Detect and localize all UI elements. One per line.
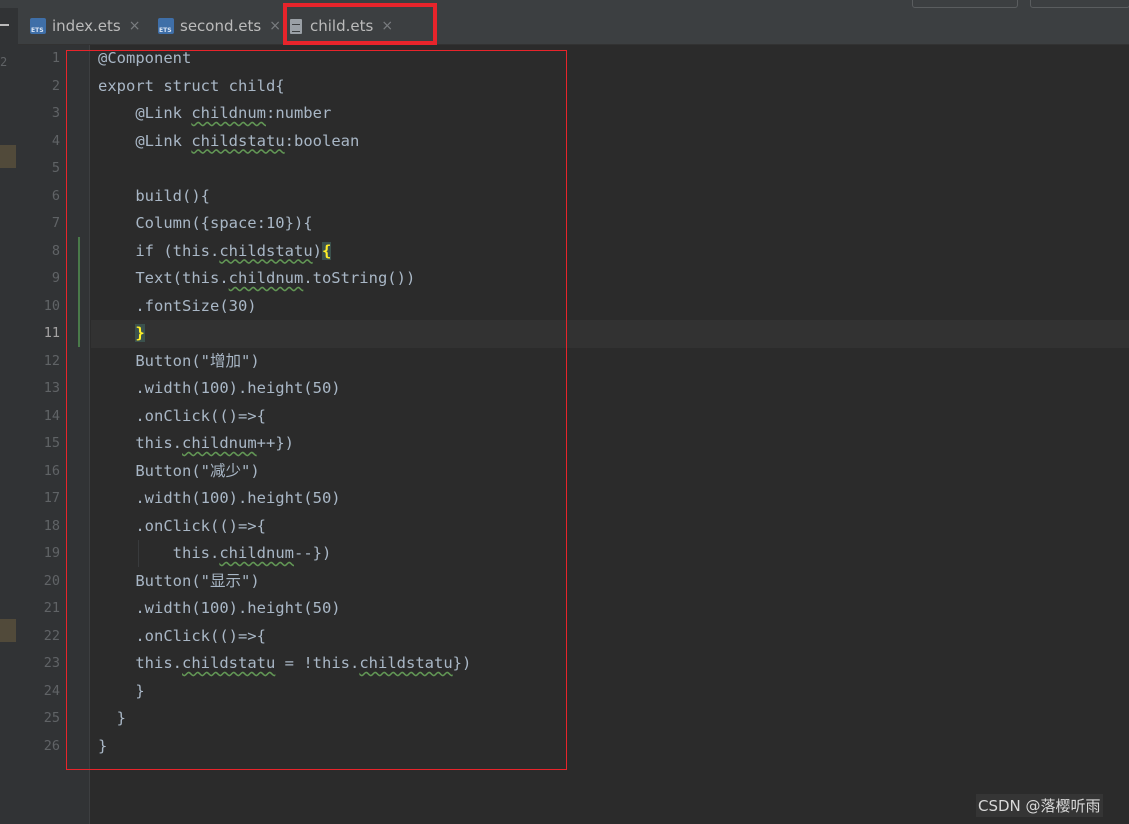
collapse-icon[interactable] (0, 24, 9, 26)
line-number: 12 (43, 352, 60, 369)
tab-second-ets[interactable]: second.ets × (158, 8, 281, 44)
line-number: 22 (43, 627, 60, 644)
tab-label: second.ets (180, 17, 262, 35)
close-icon[interactable]: × (269, 18, 281, 34)
ets-file-icon (158, 18, 174, 34)
close-icon[interactable]: × (129, 18, 141, 34)
line-number: 4 (51, 132, 60, 149)
line-number: 14 (43, 407, 60, 424)
ets-file-icon (30, 18, 46, 34)
line-number: 18 (43, 517, 60, 534)
line-number: 20 (43, 572, 60, 589)
window-top-strip (0, 0, 1129, 8)
left-tool-panel: 2 (0, 8, 19, 824)
line-number: 21 (43, 600, 60, 616)
watermark: CSDN @落樱听雨 (976, 794, 1103, 817)
line-number: 6 (51, 187, 60, 204)
line-number: 17 (43, 490, 60, 506)
line-number: 19 (43, 545, 60, 561)
toolbar-dropdown-button[interactable] (912, 0, 1018, 8)
line-number: 26 (43, 737, 60, 754)
line-number: 3 (51, 105, 60, 121)
line-number: 7 (51, 215, 60, 231)
tab-index-ets[interactable]: index.ets × (30, 8, 140, 44)
line-number: 25 (43, 710, 60, 726)
toolbar-button[interactable] (1030, 0, 1129, 8)
line-number: 2 (51, 77, 60, 94)
left-panel-marker (0, 619, 16, 642)
line-number: 10 (43, 297, 60, 314)
left-panel-marker (0, 145, 16, 168)
line-number: 9 (51, 270, 60, 286)
line-number: 1 (51, 50, 60, 66)
line-number: 24 (43, 682, 60, 699)
line-number: 5 (51, 160, 60, 176)
code-highlight-box (66, 50, 567, 770)
editor-tab-bar: index.ets × second.ets × child.ets × (18, 8, 1129, 45)
line-number: 16 (43, 462, 60, 479)
line-number: 13 (43, 380, 60, 396)
line-number: 23 (43, 655, 60, 671)
left-panel-number: 2 (0, 55, 8, 69)
line-number: 11 (43, 325, 60, 341)
tab-highlight-box (283, 3, 437, 45)
tab-label: index.ets (52, 17, 121, 35)
line-number: 15 (43, 435, 60, 451)
line-number: 8 (51, 242, 60, 259)
